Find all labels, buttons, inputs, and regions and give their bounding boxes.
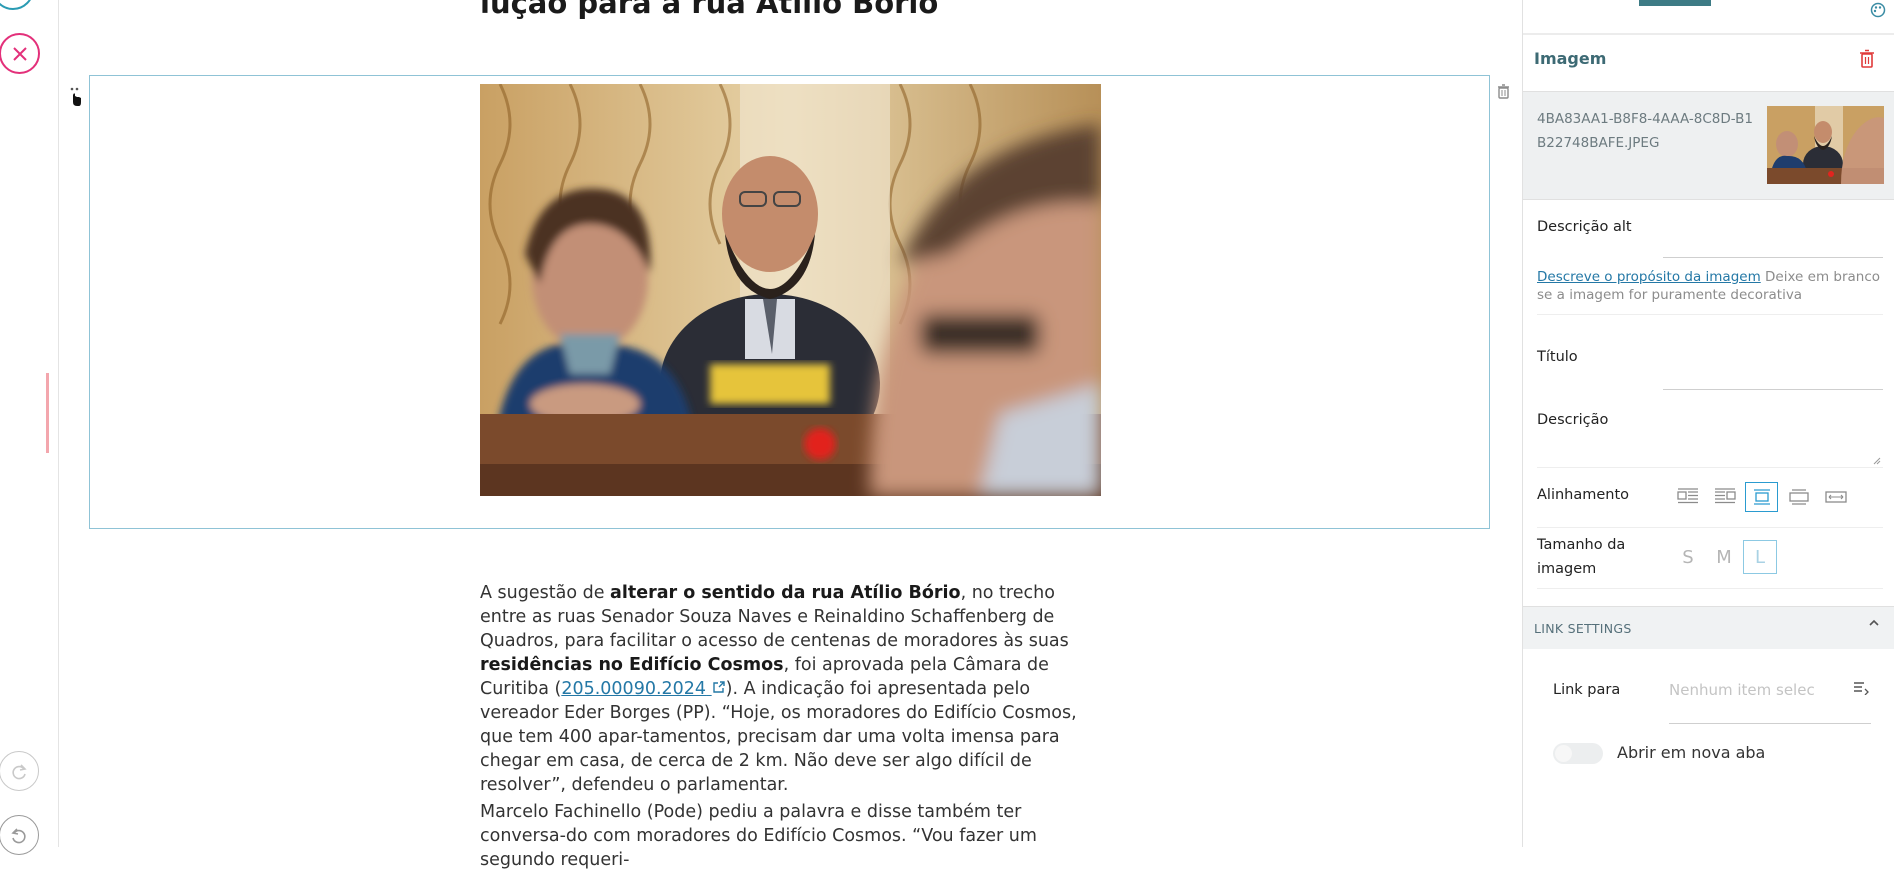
process-link[interactable]: 205.00090.2024 — [561, 679, 725, 699]
align-right-icon — [1714, 488, 1736, 504]
left-toolbar — [0, 0, 59, 855]
align-wide-icon — [1788, 489, 1809, 505]
align-full-icon — [1824, 491, 1847, 503]
redo-icon — [12, 764, 27, 780]
image-size-label: Tamanho da imagem — [1537, 537, 1626, 577]
alt-help-text: Descreve o propósito da imagem Deixe em … — [1537, 269, 1881, 303]
align-wide-button[interactable] — [1782, 482, 1815, 512]
align-right-button[interactable] — [1708, 482, 1741, 512]
align-full-button[interactable] — [1819, 482, 1852, 512]
undo-icon — [11, 828, 26, 844]
trash-icon[interactable] — [1859, 49, 1875, 73]
active-tab-indicator — [1639, 0, 1711, 6]
image-file-info: 4BA83AA1-B8F8-4AAA-8C8D-B1B22748BAFE.JPE… — [1523, 91, 1894, 200]
link-settings-title: LINK SETTINGS — [1534, 621, 1632, 636]
panel-title: Imagem — [1534, 49, 1607, 68]
chevron-up-icon[interactable] — [1868, 617, 1880, 633]
align-left-icon — [1676, 488, 1698, 504]
new-tab-toggle[interactable] — [1553, 743, 1603, 764]
link-to-input[interactable]: Nenhum item selecionado — [1669, 681, 1814, 699]
paragraph-2[interactable]: Marcelo Fachinello (Pode) pediu a palavr… — [480, 800, 1100, 872]
settings-panel: Imagem 4BA83AA1-B8F8-4AAA-8C8D-B1B22748B… — [1522, 0, 1894, 847]
close-icon — [12, 46, 27, 61]
article-heading[interactable]: lução para a rua Atílio Bório — [480, 0, 938, 20]
separator — [1537, 527, 1883, 528]
link-input-underline — [1669, 723, 1871, 724]
alignment-options — [1671, 482, 1852, 512]
title-label: Título — [1537, 349, 1578, 365]
alt-help-link[interactable]: Descreve o propósito da imagem — [1537, 269, 1761, 285]
title-input[interactable] — [1663, 389, 1883, 390]
paragraph-1[interactable]: A sugestão de alterar o sentido da rua A… — [480, 581, 1100, 797]
file-name: 4BA83AA1-B8F8-4AAA-8C8D-B1B22748BAFE.JPE… — [1537, 111, 1754, 151]
top-action-button[interactable] — [0, 0, 34, 10]
block-indicator — [46, 373, 49, 453]
new-tab-label: Abrir em nova aba — [1617, 743, 1766, 762]
image-thumbnail[interactable] — [1767, 106, 1884, 184]
link-to-label: Link para — [1553, 682, 1621, 698]
close-button[interactable] — [0, 33, 40, 74]
separator — [1537, 588, 1883, 589]
article-image[interactable] — [480, 84, 1101, 496]
panel-divider — [1523, 33, 1894, 35]
image-size-options: S M L — [1671, 540, 1777, 574]
separator — [1537, 467, 1883, 468]
align-left-button[interactable] — [1671, 482, 1704, 512]
alt-description-input[interactable] — [1663, 257, 1883, 258]
palette-icon[interactable] — [1870, 2, 1886, 22]
external-link-icon — [712, 681, 725, 693]
description-textarea[interactable] — [1663, 411, 1883, 468]
resize-handle-icon — [1873, 457, 1881, 465]
link-settings-header[interactable]: LINK SETTINGS — [1523, 606, 1894, 649]
size-large-button[interactable]: L — [1743, 540, 1777, 574]
trash-icon[interactable] — [1497, 84, 1510, 103]
alt-description-label: Descrição alt — [1537, 219, 1632, 235]
toggle-knob — [1555, 745, 1572, 762]
undo-button[interactable] — [0, 815, 39, 855]
redo-button[interactable] — [0, 751, 39, 791]
size-small-button[interactable]: S — [1671, 540, 1705, 574]
separator — [1537, 314, 1883, 315]
size-medium-button[interactable]: M — [1707, 540, 1741, 574]
drag-handle-icon[interactable] — [68, 86, 82, 113]
list-select-icon[interactable] — [1853, 681, 1869, 699]
align-center-button[interactable] — [1745, 482, 1778, 512]
description-label: Descrição — [1537, 412, 1609, 428]
alignment-label: Alinhamento — [1537, 487, 1630, 503]
align-center-icon — [1753, 489, 1770, 505]
